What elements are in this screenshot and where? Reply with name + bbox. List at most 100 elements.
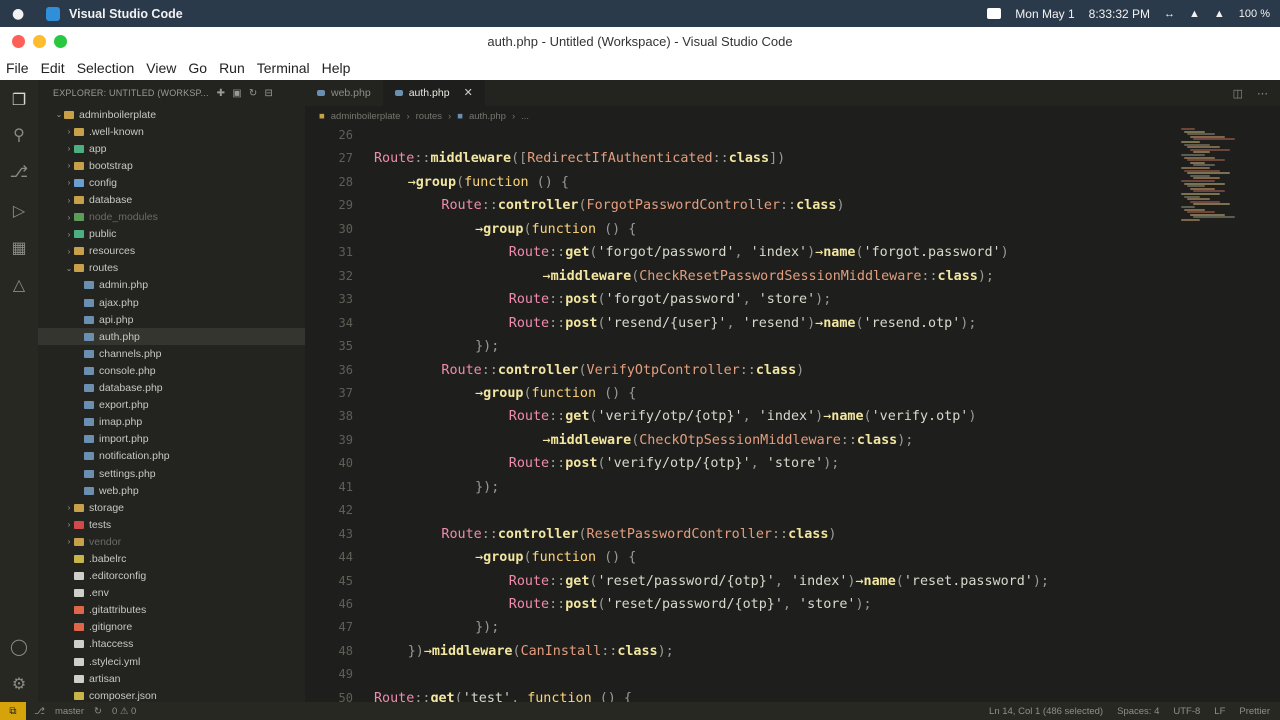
- new-folder-icon[interactable]: ▣: [232, 88, 242, 99]
- code-line[interactable]: 30 →group(function () {: [305, 218, 1173, 241]
- network-icon[interactable]: ↔: [1164, 8, 1175, 20]
- tab-web-php[interactable]: web.php: [305, 80, 383, 106]
- menu-file[interactable]: File: [6, 60, 29, 76]
- battery-level[interactable]: 100 %: [1239, 8, 1270, 20]
- code-line[interactable]: 49: [305, 663, 1173, 686]
- extensions-icon[interactable]: ▦: [9, 238, 29, 258]
- code-line[interactable]: 37 →group(function () {: [305, 382, 1173, 405]
- code-line[interactable]: 39 →middleware(CheckOtpSessionMiddleware:…: [305, 429, 1173, 452]
- tree-folder-item[interactable]: › .well-known: [38, 123, 305, 140]
- tree-file-item[interactable]: .env: [38, 585, 305, 602]
- tree-file-item[interactable]: .gitignore: [38, 619, 305, 636]
- clock-date[interactable]: Mon May 1: [1015, 7, 1074, 21]
- tree-folder-item[interactable]: › bootstrap: [38, 157, 305, 174]
- volume-icon[interactable]: ▲: [1189, 8, 1200, 20]
- code-line[interactable]: 43 Route::controller(ResetPasswordControl…: [305, 523, 1173, 546]
- code-line[interactable]: 32 →middleware(CheckResetPasswordSessionM…: [305, 265, 1173, 288]
- code-line[interactable]: 38 Route::get ('verify/otp/{otp}', 'index'…: [305, 405, 1173, 428]
- breadcrumb-item[interactable]: auth.php: [469, 111, 506, 122]
- tree-folder-item[interactable]: › config: [38, 174, 305, 191]
- tree-file-item[interactable]: export.php: [38, 397, 305, 414]
- end-of-line[interactable]: LF: [1214, 706, 1225, 717]
- git-branch[interactable]: master: [55, 706, 84, 717]
- tree-file-item[interactable]: imap.php: [38, 414, 305, 431]
- code-line[interactable]: 31 Route::get ('forgot/password', 'index')…: [305, 241, 1173, 264]
- account-icon[interactable]: ◯: [9, 637, 29, 657]
- remote-indicator-icon[interactable]: ⧉: [0, 702, 26, 720]
- code-line[interactable]: 36 Route::controller(VerifyOtpController:…: [305, 359, 1173, 382]
- tree-file-item[interactable]: notification.php: [38, 448, 305, 465]
- close-tab-icon[interactable]: ✕: [464, 86, 473, 99]
- code-line[interactable]: 26: [305, 126, 1173, 147]
- source-control-icon[interactable]: ⎇: [9, 162, 29, 182]
- problems-count[interactable]: 0 ⚠ 0: [112, 706, 136, 717]
- tree-file-item[interactable]: settings.php: [38, 465, 305, 482]
- tree-file-item[interactable]: channels.php: [38, 345, 305, 362]
- more-actions-icon[interactable]: ⋯: [1257, 87, 1268, 100]
- menu-terminal[interactable]: Terminal: [257, 60, 310, 76]
- collapse-all-icon[interactable]: ⊟: [265, 88, 274, 99]
- tree-folder-item[interactable]: › database: [38, 191, 305, 208]
- code-line[interactable]: 27 Route::middleware([RedirectIfAuthentic…: [305, 147, 1173, 170]
- tree-file-item[interactable]: api.php: [38, 311, 305, 328]
- code-line[interactable]: 46 Route::post('reset/password/{otp}', 's…: [305, 593, 1173, 616]
- search-icon[interactable]: ⚲: [9, 125, 29, 145]
- tree-file-item[interactable]: .editorconfig: [38, 568, 305, 585]
- menu-run[interactable]: Run: [219, 60, 245, 76]
- tree-file-item[interactable]: admin.php: [38, 277, 305, 294]
- tree-file-item[interactable]: import.php: [38, 431, 305, 448]
- tree-file-item[interactable]: .htaccess: [38, 636, 305, 653]
- tree-folder-item[interactable]: › app: [38, 140, 305, 157]
- screen-record-icon[interactable]: [987, 8, 1002, 19]
- run-debug-icon[interactable]: ▷: [9, 201, 29, 221]
- code-line[interactable]: 40 Route::post('verify/otp/{otp}', 'store…: [305, 452, 1173, 475]
- menu-go[interactable]: Go: [188, 60, 207, 76]
- tree-folder-item[interactable]: › storage: [38, 499, 305, 516]
- tree-file-item[interactable]: ajax.php: [38, 294, 305, 311]
- tree-file-item[interactable]: web.php: [38, 482, 305, 499]
- code-line[interactable]: 34 Route::post('resend/{user}', 'resend')…: [305, 312, 1173, 335]
- breadcrumb-item[interactable]: adminboilerplate: [331, 111, 401, 122]
- testing-icon[interactable]: △: [9, 275, 29, 295]
- code-line[interactable]: 33 Route::post('forgot/password', 'store'…: [305, 288, 1173, 311]
- cursor-position[interactable]: Ln 14, Col 1 (486 selected): [989, 706, 1103, 717]
- minimap[interactable]: [1173, 126, 1280, 702]
- code-line[interactable]: 29 Route::controller(ForgotPasswordContro…: [305, 194, 1173, 217]
- refresh-icon[interactable]: ↻: [249, 88, 258, 99]
- app-name[interactable]: Visual Studio Code: [69, 7, 183, 21]
- breadcrumb-item[interactable]: routes: [416, 111, 442, 122]
- code-editor[interactable]: 26 27 Route::middleware([RedirectIfAuthent…: [305, 126, 1173, 702]
- split-editor-icon[interactable]: ◫: [1233, 87, 1243, 100]
- tree-file-item[interactable]: auth.php: [38, 328, 305, 346]
- code-line[interactable]: 41});: [305, 476, 1173, 499]
- file-encoding[interactable]: UTF-8: [1173, 706, 1200, 717]
- tree-file-item[interactable]: console.php: [38, 362, 305, 379]
- tree-folder-item[interactable]: › public: [38, 226, 305, 243]
- menu-selection[interactable]: Selection: [77, 60, 135, 76]
- menu-edit[interactable]: Edit: [41, 60, 65, 76]
- menu-help[interactable]: Help: [322, 60, 351, 76]
- code-line[interactable]: 28 →group(function () {: [305, 171, 1173, 194]
- prettier-status[interactable]: Prettier: [1239, 706, 1270, 717]
- tree-folder-item[interactable]: › node_modules: [38, 209, 305, 226]
- apple-icon[interactable]: ●: [12, 6, 32, 22]
- wifi-icon[interactable]: ▲: [1214, 8, 1225, 20]
- menu-view[interactable]: View: [146, 60, 176, 76]
- tree-folder-item[interactable]: › tests: [38, 516, 305, 533]
- code-line[interactable]: 47});: [305, 616, 1173, 639]
- tree-file-item[interactable]: database.php: [38, 380, 305, 397]
- tree-file-item[interactable]: .styleci.yml: [38, 653, 305, 670]
- tree-file-item[interactable]: .babelrc: [38, 550, 305, 567]
- code-line[interactable]: 50 Route::get('test', function () {: [305, 687, 1173, 702]
- tree-file-item[interactable]: composer.json: [38, 687, 305, 702]
- code-line[interactable]: 42: [305, 499, 1173, 522]
- tree-file-item[interactable]: .gitattributes: [38, 602, 305, 619]
- sync-icon[interactable]: ↻: [94, 706, 102, 717]
- explorer-icon[interactable]: ❐: [9, 90, 29, 110]
- tree-file-item[interactable]: artisan: [38, 670, 305, 687]
- code-line[interactable]: 35});: [305, 335, 1173, 358]
- breadcrumb-item[interactable]: ...: [521, 111, 529, 122]
- indentation[interactable]: Spaces: 4: [1117, 706, 1159, 717]
- clock-time[interactable]: 8:33:32 PM: [1089, 7, 1150, 21]
- gear-icon[interactable]: ⚙: [9, 674, 29, 694]
